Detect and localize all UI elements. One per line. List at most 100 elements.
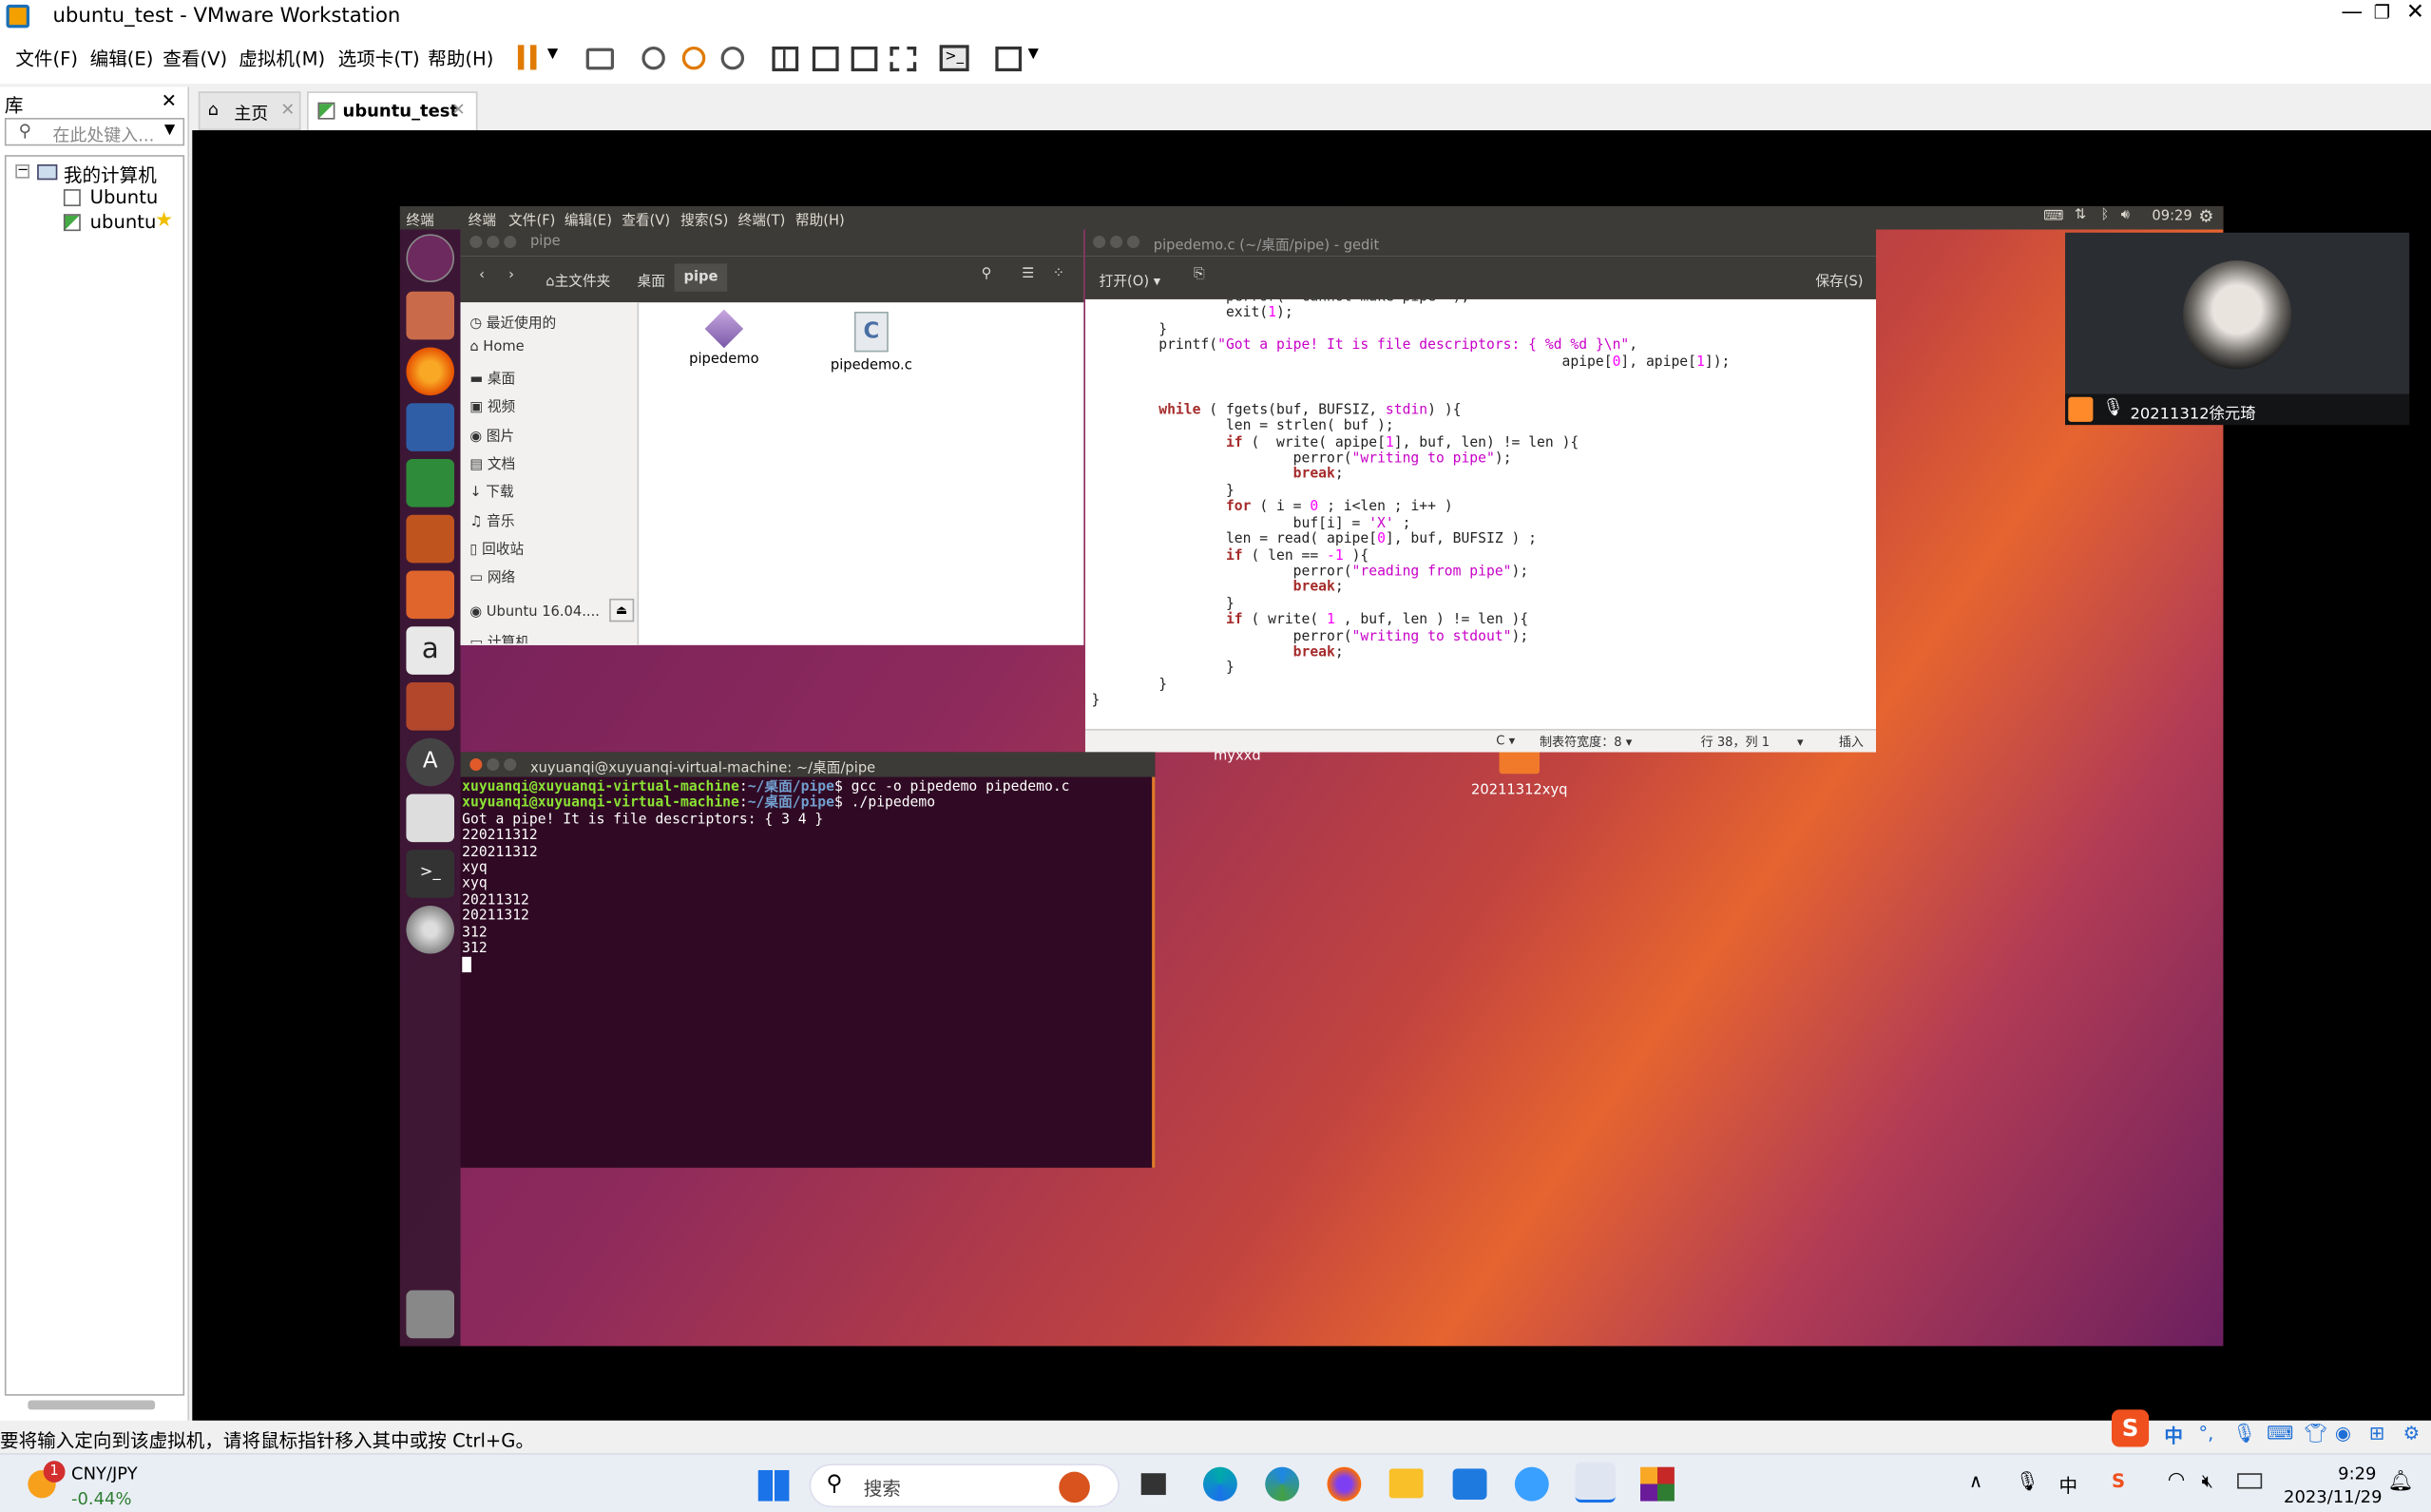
grid-view-icon[interactable]: ⁘ [1053, 267, 1064, 282]
terminal-min-button[interactable] [487, 757, 500, 772]
tab-close-icon[interactable]: ✕ [451, 99, 466, 119]
impress-icon[interactable] [406, 514, 455, 564]
menu-file[interactable]: 文件(F) [15, 45, 78, 71]
tree-item-ubuntu[interactable]: Ubuntu [90, 186, 159, 208]
taskbar-search[interactable]: ⚲ 搜索 [809, 1464, 1120, 1508]
terminal-close-button[interactable] [469, 757, 483, 772]
sidebar-trash[interactable]: ▯ 回收站 [469, 538, 524, 558]
task-view-icon[interactable] [1140, 1473, 1166, 1496]
revert-snapshot-icon[interactable] [681, 46, 706, 70]
close-button[interactable]: ✕ [2406, 0, 2424, 25]
send-ctrl-alt-del-icon[interactable] [585, 48, 615, 70]
software-updater-icon[interactable]: A [406, 737, 455, 787]
clock-date[interactable]: 2023/11/29 [2284, 1487, 2382, 1507]
forward-icon[interactable]: › [508, 268, 514, 283]
network-icon[interactable]: ⇅ [2075, 208, 2086, 223]
favorite-star-icon[interactable]: ★ [155, 209, 173, 232]
file-item-pipedemo-c[interactable]: C pipedemo.c [822, 311, 921, 373]
volume-icon[interactable]: 🔊︎ [2121, 208, 2130, 223]
files-close-button[interactable] [469, 236, 483, 249]
tray-sogou-icon[interactable]: S [2112, 1470, 2125, 1492]
gedit-save-button[interactable]: 保存(S) [1815, 270, 1863, 290]
edge-icon[interactable] [1265, 1466, 1300, 1502]
sidebar-home[interactable]: ⌂ Home [469, 339, 524, 354]
panel-menu-help[interactable]: 帮助(H) [795, 209, 845, 229]
files-app-icon[interactable] [406, 291, 455, 340]
tray-ime[interactable]: 中 [2058, 1472, 2077, 1499]
snapshot-manager-icon[interactable] [720, 46, 745, 70]
sidebar-ubuntu-disk[interactable]: ◉ Ubuntu 16.04.... [469, 604, 600, 620]
cursor-position[interactable]: 行 38，列 1 ▾ [1701, 734, 1804, 751]
dvd-icon[interactable] [406, 905, 455, 954]
console-view-icon[interactable]: >_ [939, 45, 969, 72]
sogou-ime-icon[interactable]: S [2111, 1409, 2150, 1447]
text-editor-icon[interactable] [406, 794, 455, 843]
firefox-icon[interactable] [406, 347, 455, 396]
system-settings-icon[interactable] [406, 681, 455, 731]
trash-icon[interactable] [406, 1290, 455, 1339]
unity-icon[interactable] [890, 46, 917, 72]
bluetooth-icon[interactable]: ᛒ [2101, 208, 2110, 223]
back-icon[interactable]: ‹ [479, 268, 485, 283]
tree-item-ubuntu-active[interactable]: ubuntu [90, 211, 157, 233]
calc-icon[interactable] [406, 459, 455, 507]
battery-icon[interactable] [2237, 1473, 2263, 1489]
terminal-app-icon[interactable]: >_ [406, 850, 455, 898]
gedit-open-button[interactable]: 打开(O) ▾ [1100, 270, 1160, 290]
minimize-button[interactable]: — [2341, 0, 2363, 25]
notification-bell-icon[interactable]: 🔔︎ [2387, 1470, 2413, 1493]
terminal-max-button[interactable] [504, 757, 517, 772]
tab-home[interactable]: ⌂ 主页 ✕ [198, 91, 301, 131]
files-max-button[interactable] [504, 236, 517, 249]
stretch-dropdown-icon[interactable]: ▼ [1028, 47, 1039, 62]
tray-overflow-icon[interactable]: ∧ [1969, 1470, 1982, 1492]
breadcrumb-home[interactable]: ⌂主文件夹 [546, 270, 610, 290]
snapshot-icon[interactable] [641, 46, 665, 70]
menu-help[interactable]: 帮助(H) [428, 45, 493, 71]
tree-collapse-icon[interactable]: − [15, 163, 29, 179]
dash-icon[interactable] [406, 234, 455, 282]
breadcrumb-desktop[interactable]: 桌面 [638, 270, 665, 290]
library-search-input[interactable]: ⚲ 在此处键入... ▼ [4, 118, 185, 146]
software-center-icon[interactable] [406, 570, 455, 620]
clock-time[interactable]: 9:29 [2338, 1464, 2376, 1483]
ime-skin-icon[interactable]: 👕︎ [2304, 1422, 2327, 1444]
files-min-button[interactable] [487, 236, 500, 249]
language-selector[interactable]: C ▾ [1496, 734, 1515, 748]
gedit-close-button[interactable] [1093, 236, 1106, 249]
dropdown-arrow-icon[interactable]: ▼ [547, 47, 558, 62]
menu-tabs[interactable]: 选项卡(T) [338, 45, 420, 71]
panel-menu-search[interactable]: 搜索(S) [680, 209, 728, 229]
tree-root-label[interactable]: 我的计算机 [64, 162, 157, 188]
panel-menu-terminal[interactable]: 终端 [469, 209, 496, 229]
insert-mode[interactable]: 插入 [1839, 734, 1864, 751]
photos-icon[interactable] [1452, 1468, 1487, 1500]
wifi-icon[interactable]: ◠ [2168, 1468, 2186, 1491]
tab-close-icon[interactable]: ✕ [280, 99, 295, 119]
ime-punct-icon[interactable]: °, [2198, 1422, 2213, 1444]
terminal-scrollbar[interactable] [1152, 776, 1156, 1168]
edge-dev-icon[interactable] [1202, 1466, 1237, 1502]
tab-width-selector[interactable]: 制表符宽度：8 ▾ [1540, 734, 1632, 751]
menu-edit[interactable]: 编辑(E) [90, 45, 154, 71]
gedit-min-button[interactable] [1110, 236, 1123, 249]
library-scrollbar[interactable] [28, 1400, 156, 1410]
ime-chinese-icon[interactable]: 中 [2164, 1422, 2183, 1448]
file-explorer-icon[interactable] [1388, 1468, 1424, 1499]
thumbnail-view-icon[interactable] [812, 46, 839, 72]
file-item-pipedemo[interactable]: pipedemo [675, 309, 774, 368]
gedit-editor[interactable]: perror( "cannot make pipe" ); exit(1); }… [1085, 299, 1876, 729]
sidebar-network[interactable]: ▭ 网络 [469, 566, 515, 586]
writer-icon[interactable] [406, 403, 455, 451]
start-icon[interactable] [757, 1469, 790, 1502]
panel-clock[interactable]: 09:29 [2152, 209, 2192, 224]
terminal-window[interactable]: xuyuanqi@xuyuanqi-virtual-machine: ~/桌面/… [460, 752, 1156, 1168]
stock-symbol[interactable]: CNY/JPY [71, 1464, 138, 1483]
terminal-output[interactable]: xuyuanqi@xuyuanqi-virtual-machine:~/桌面/p… [462, 780, 1147, 1165]
tray-mic-icon[interactable]: 🎙︎ [2016, 1470, 2039, 1492]
settings-gear-icon[interactable]: ⚙ [2198, 206, 2213, 226]
ime-game-icon[interactable]: ◉ [2335, 1422, 2351, 1444]
search-dropdown-icon[interactable]: ▼ [164, 123, 175, 138]
ime-settings-icon[interactable]: ⚙ [2403, 1422, 2421, 1444]
new-document-icon[interactable]: ⎘ [1194, 267, 1205, 282]
